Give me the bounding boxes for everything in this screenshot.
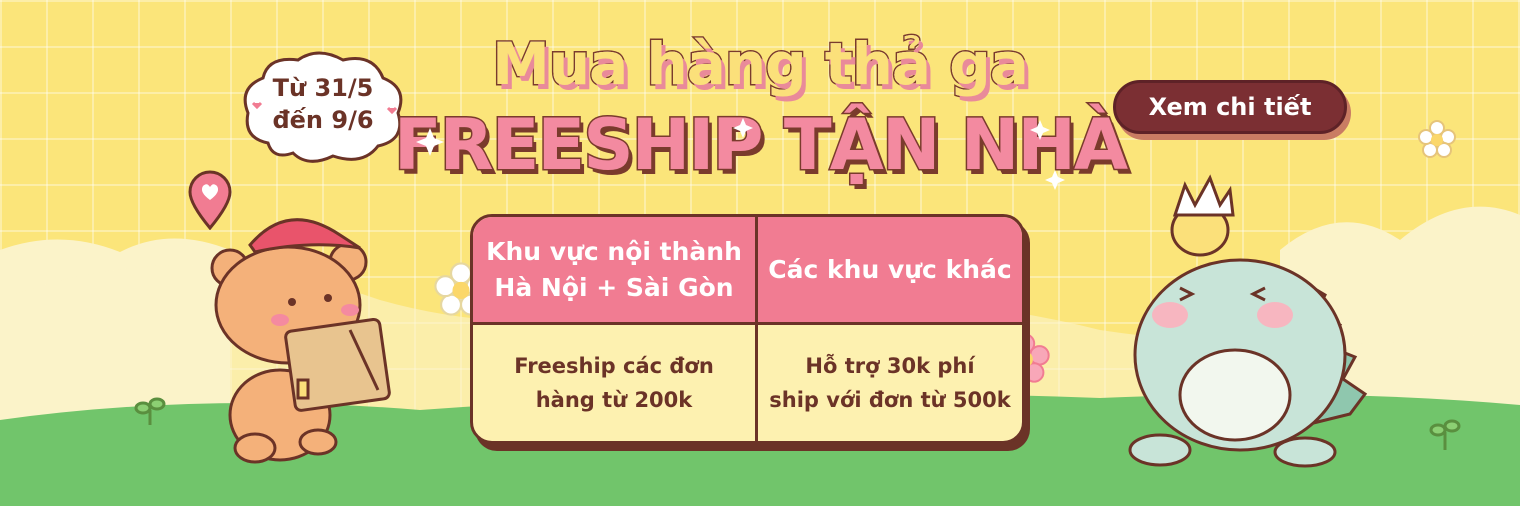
cell-inner-city-offer: Freeship các đơn hàng từ 200k: [473, 325, 758, 441]
header-inner-city-line1: Khu vực nội thành: [486, 236, 742, 266]
dino-mascot-illustration: [1128, 174, 1368, 468]
other-areas-offer-line1: Hỗ trợ 30k phí: [805, 354, 975, 378]
promo-banner: Từ 31/5 đến 9/6 Mua hàng thả ga FREESHIP…: [0, 0, 1520, 506]
inner-city-offer-line1: Freeship các đơn: [514, 354, 714, 378]
other-areas-offer-line2: ship với đơn từ 500k: [769, 388, 1011, 412]
header-inner-city: Khu vực nội thành Hà Nội + Sài Gòn: [473, 217, 758, 325]
view-details-button[interactable]: Xem chi tiết: [1113, 80, 1347, 134]
inner-city-offer-line2: hàng từ 200k: [535, 388, 693, 412]
bear-mascot-illustration: [210, 218, 391, 464]
flower-icon: [1418, 120, 1456, 158]
header-inner-city-line2: Hà Nội + Sài Gòn: [494, 272, 734, 302]
header-other-areas: Các khu vực khác: [758, 217, 1022, 325]
shipping-table: Khu vực nội thành Hà Nội + Sài Gòn Các k…: [470, 214, 1025, 444]
cell-other-areas-offer: Hỗ trợ 30k phí ship với đơn từ 500k: [758, 325, 1022, 441]
